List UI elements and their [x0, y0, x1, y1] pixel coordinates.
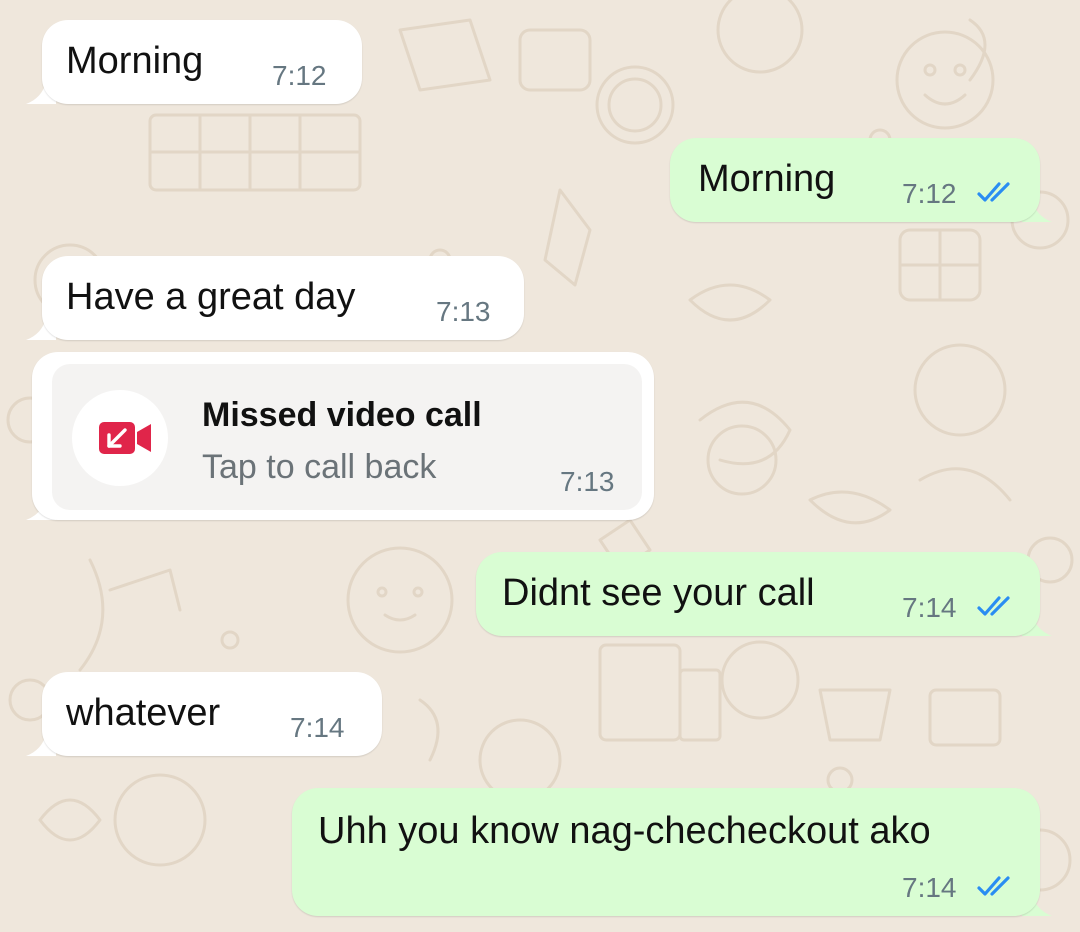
read-double-check-icon [977, 182, 1010, 202]
message-timestamp: 7:13 [560, 466, 615, 497]
message-text: Didnt see your call [502, 572, 815, 614]
message-text: Morning [698, 158, 836, 200]
message-text: whatever [66, 692, 221, 734]
incoming-message-bubble[interactable]: Morning 7:12 [42, 20, 362, 104]
missed-video-call-icon [99, 422, 151, 454]
read-double-check-icon [977, 596, 1010, 616]
missed-call-bubble[interactable]: Missed video call Tap to call back 7:13 [32, 352, 654, 520]
missed-call-card[interactable]: Missed video call Tap to call back 7:13 [52, 364, 642, 510]
message-timestamp: 7:14 [902, 872, 957, 903]
outgoing-message-bubble[interactable]: Didnt see your call 7:14 [476, 552, 1040, 636]
read-double-check-icon [977, 876, 1010, 896]
message-timestamp: 7:14 [290, 712, 345, 743]
message-timestamp: 7:12 [902, 178, 957, 209]
message-timestamp: 7:14 [902, 592, 957, 623]
call-title: Missed video call [202, 396, 482, 434]
call-icon-container [72, 390, 168, 486]
outgoing-message-bubble[interactable]: Morning 7:12 [670, 138, 1040, 222]
call-subtitle: Tap to call back [202, 448, 437, 486]
incoming-message-bubble[interactable]: Have a great day 7:13 [42, 256, 524, 340]
message-text: Morning [66, 40, 204, 82]
message-text: Uhh you know nag-checheckout ako [318, 810, 931, 852]
message-timestamp: 7:12 [272, 60, 327, 91]
incoming-message-bubble[interactable]: whatever 7:14 [42, 672, 382, 756]
message-timestamp: 7:13 [436, 296, 491, 327]
outgoing-message-bubble[interactable]: Uhh you know nag-checheckout ako 7:14 [292, 788, 1040, 916]
message-text: Have a great day [66, 276, 356, 318]
